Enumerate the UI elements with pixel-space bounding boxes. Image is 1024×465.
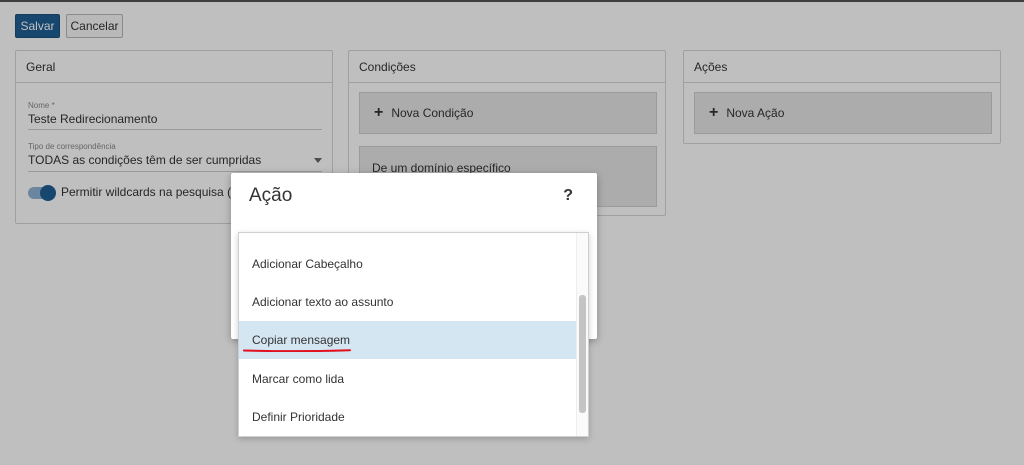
dropdown-scrollbar[interactable] (576, 233, 588, 436)
action-type-dropdown: Adicionar Cabeçalho Adicionar texto ao a… (238, 232, 589, 437)
scrollbar-thumb[interactable] (579, 295, 586, 413)
dropdown-item-add-header[interactable]: Adicionar Cabeçalho (239, 245, 577, 283)
highlight-underline (243, 349, 351, 352)
help-icon[interactable]: ? (563, 187, 573, 205)
dialog-title: Ação (249, 185, 293, 206)
dropdown-item-mark-read[interactable]: Marcar como lida (239, 360, 577, 398)
dropdown-item-copy-message[interactable]: Copiar mensagem (239, 321, 577, 359)
dropdown-item-append-subject[interactable]: Adicionar texto ao assunto (239, 283, 577, 321)
dropdown-item-set-priority[interactable]: Definir Prioridade (239, 398, 577, 436)
